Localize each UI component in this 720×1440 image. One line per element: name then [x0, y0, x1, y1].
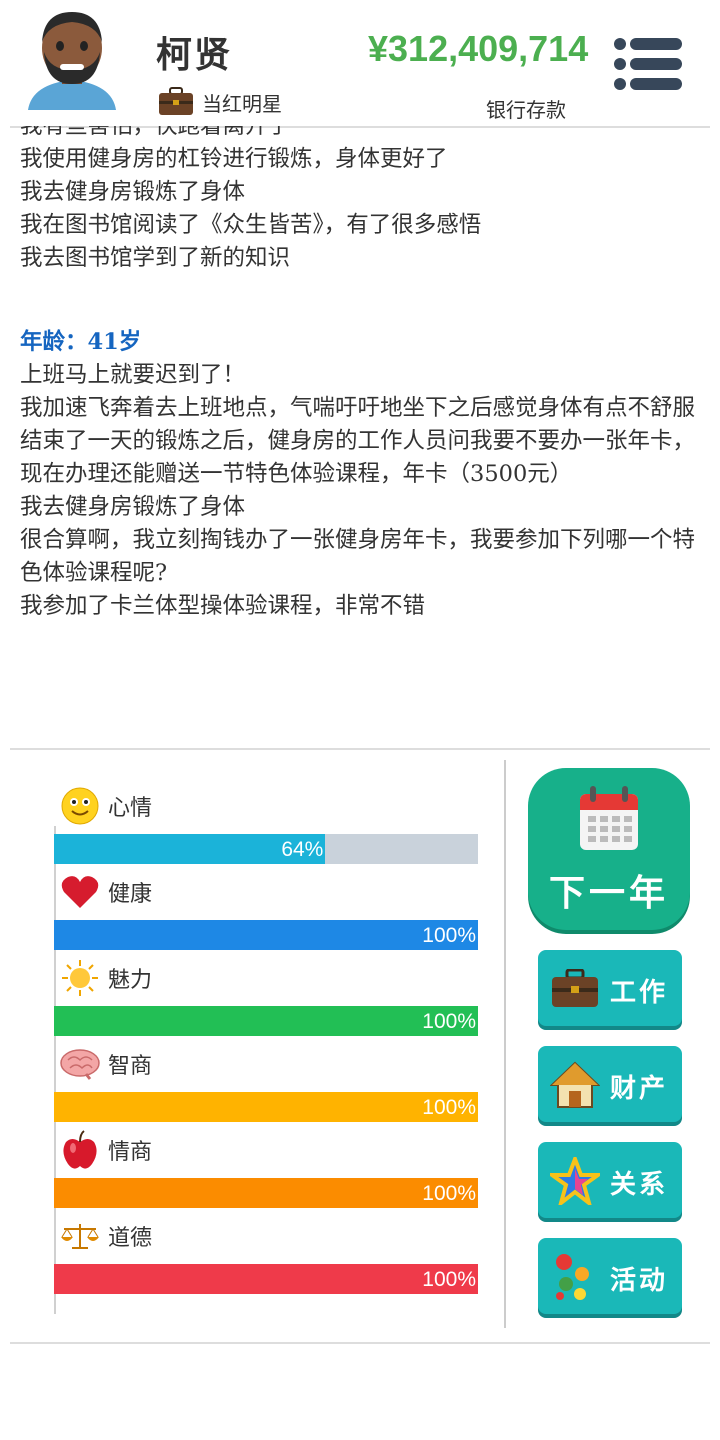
stat-bar: 100% — [54, 1092, 478, 1122]
age-heading: 年龄：41岁 — [20, 329, 142, 355]
next-year-button[interactable]: 下一年 — [528, 768, 690, 930]
bottom-divider — [10, 1342, 710, 1344]
avatar[interactable] — [24, 6, 120, 118]
stat-value: 100% — [422, 1268, 476, 1291]
stat-label: 心情 — [108, 796, 153, 821]
stat-fill: 100% — [54, 920, 478, 950]
job-title[interactable]: 当红明星 — [158, 86, 282, 118]
next-year-label: 下一年 — [548, 872, 669, 914]
sun-icon — [60, 958, 100, 998]
activities-label: 活动 — [610, 1266, 669, 1296]
log-line: 我有些害怕，快跑着离开了 — [20, 126, 291, 139]
stat-mood: 心情 64% — [54, 786, 478, 874]
property-button[interactable]: 财产 — [538, 1046, 682, 1122]
stat-fill: 64% — [54, 834, 326, 864]
stat-fill: 100% — [54, 1006, 478, 1036]
log-line: 我去图书馆学到了新的知识 — [20, 245, 291, 271]
stat-label: 情商 — [108, 1140, 153, 1165]
house-icon — [550, 1060, 600, 1110]
relations-label: 关系 — [610, 1170, 669, 1200]
log-line: 我在图书馆阅读了《众生皆苦》，有了很多感悟 — [20, 212, 482, 238]
stat-bar: 100% — [54, 1178, 478, 1208]
briefcase-icon — [550, 964, 600, 1014]
panel-divider — [504, 760, 506, 1328]
log-line: 上班马上就要迟到了！ — [20, 362, 246, 388]
menu-icon — [614, 38, 682, 90]
activities-button[interactable]: 活动 — [538, 1238, 682, 1314]
log-line: 我去健身房锻炼了身体 — [20, 179, 246, 205]
stat-eq: 情商 100% — [54, 1130, 478, 1218]
stat-label: 魅力 — [108, 968, 153, 993]
work-label: 工作 — [610, 978, 669, 1008]
brain-icon — [60, 1044, 100, 1084]
stat-label: 健康 — [108, 882, 153, 907]
heart-icon — [60, 872, 100, 912]
dots-icon — [550, 1252, 600, 1302]
log-line: 我去健身房锻炼了身体 — [20, 494, 246, 520]
job-label: 当红明星 — [202, 91, 282, 116]
scales-icon — [60, 1216, 100, 1256]
stat-value: 64% — [281, 838, 324, 861]
stat-morality: 道德 100% — [54, 1218, 478, 1304]
stat-bar: 64% — [54, 834, 478, 864]
log-line: 我加速飞奔着去上班地点，气喘吁吁地坐下之后感觉身体有点不舒服 — [20, 395, 696, 421]
header: 柯贤 当红明星 ¥312,409,714 银行存款 — [0, 0, 720, 126]
stat-value: 100% — [422, 924, 476, 947]
event-log[interactable]: 我有些害怕，快跑着离开了 我使用健身房的杠铃进行锻炼，身体更好了 我去健身房锻炼… — [20, 126, 700, 744]
player-name: 柯贤 — [156, 34, 233, 76]
log-line: 我参加了卡兰体型操体验课程，非常不错 — [20, 593, 426, 619]
stat-iq: 智商 100% — [54, 1046, 478, 1132]
bank-balance: ¥312,409,714 — [368, 28, 589, 69]
property-label: 财产 — [610, 1074, 669, 1104]
stat-bar: 100% — [54, 1264, 478, 1294]
stat-fill: 100% — [54, 1092, 478, 1122]
stat-value: 100% — [422, 1182, 476, 1205]
log-line: 我使用健身房的杠铃进行锻炼，身体更好了 — [20, 146, 448, 172]
calendar-icon — [580, 786, 638, 850]
log-line: 很合算啊，我立刻掏钱办了一张健身房年卡，我要参加下列哪一个特色体验课程呢? — [20, 527, 696, 586]
star-icon — [550, 1156, 600, 1206]
stat-bar: 100% — [54, 1006, 478, 1036]
menu-button[interactable] — [612, 36, 684, 92]
stat-bar: 100% — [54, 920, 478, 950]
work-button[interactable]: 工作 — [538, 950, 682, 1026]
log-line: 结束了一天的锻炼之后，健身房的工作人员问我要不要办一张年卡，现在办理还能赠送一节… — [20, 428, 696, 487]
smiley-icon — [60, 786, 100, 826]
stat-value: 100% — [422, 1096, 476, 1119]
stat-label: 道德 — [108, 1226, 153, 1251]
stat-value: 100% — [422, 1010, 476, 1033]
bank-balance-label: 银行存款 — [486, 98, 566, 122]
stat-label: 智商 — [108, 1054, 153, 1079]
stat-fill: 100% — [54, 1178, 478, 1208]
briefcase-icon — [159, 87, 193, 115]
log-divider — [10, 748, 710, 750]
relations-button[interactable]: 关系 — [538, 1142, 682, 1218]
apple-icon — [60, 1130, 100, 1170]
stat-charm: 魅力 100% — [54, 960, 478, 1046]
stat-fill: 100% — [54, 1264, 478, 1294]
stat-health: 健康 100% — [54, 874, 478, 960]
